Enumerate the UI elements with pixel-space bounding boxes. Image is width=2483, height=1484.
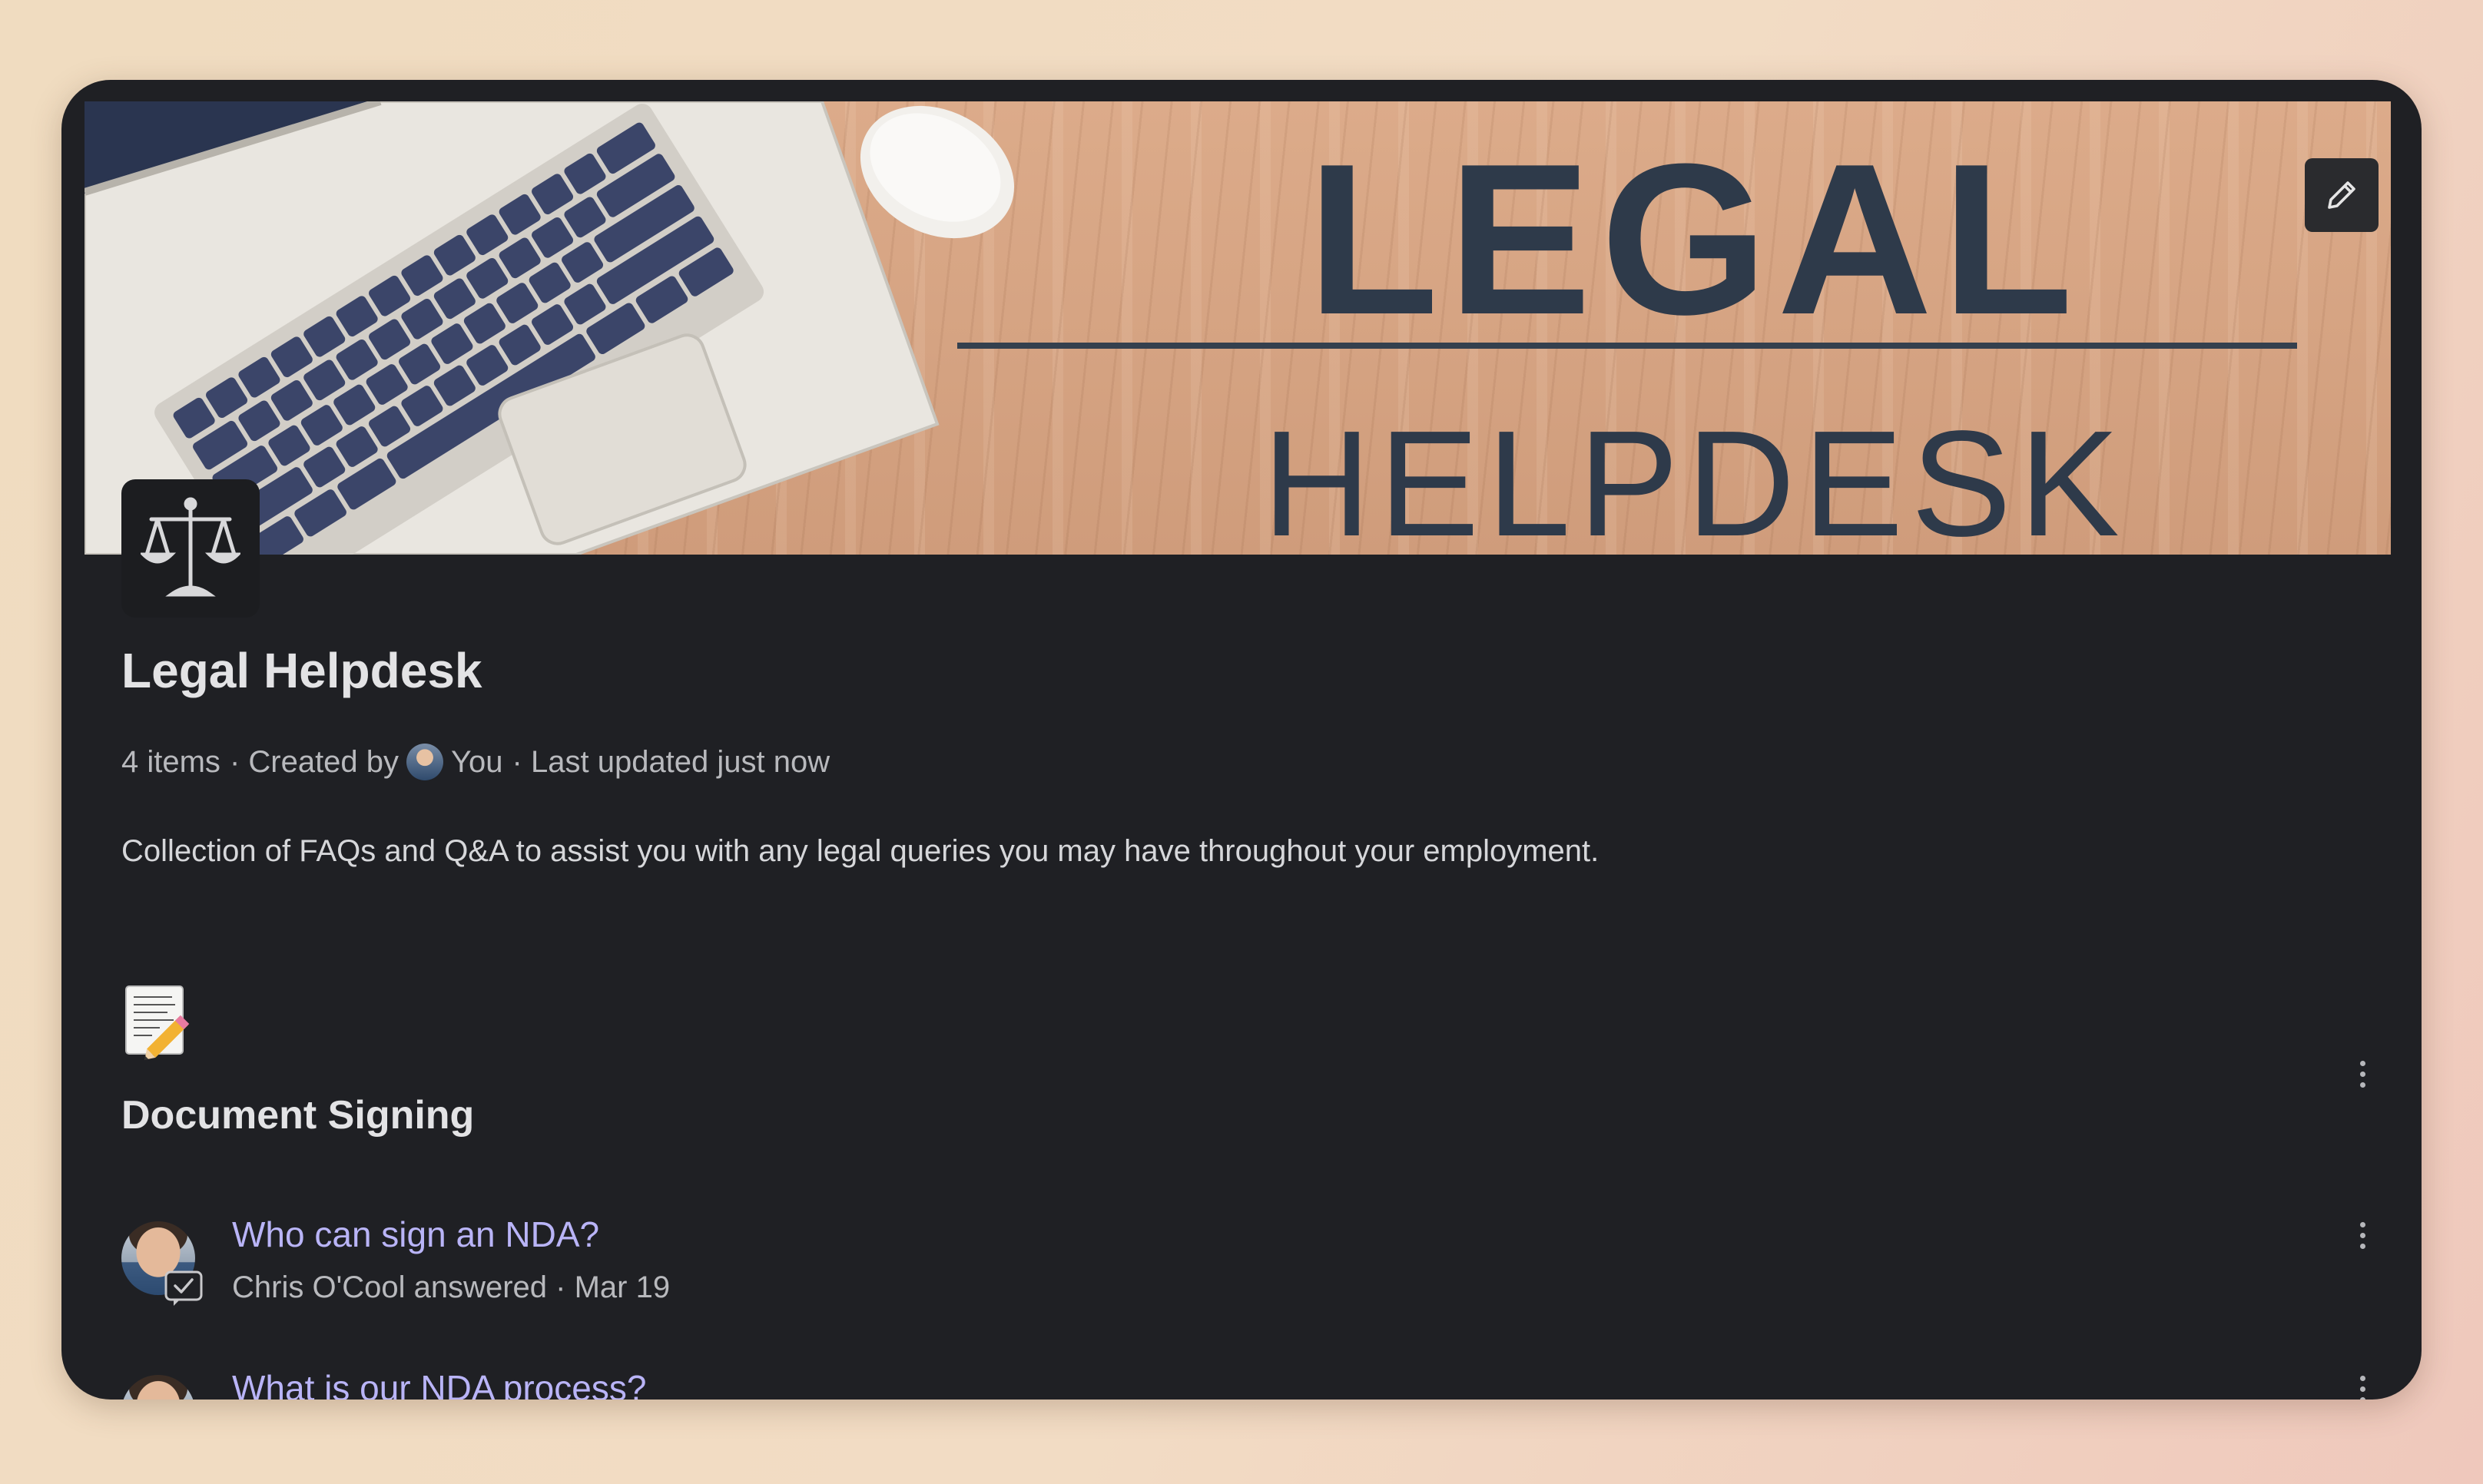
memo-pencil-icon	[125, 985, 190, 1060]
collection-logo	[121, 479, 260, 618]
banner-divider	[957, 343, 2297, 349]
question-meta: Chris O'Cool answered · Mar 19	[232, 1270, 671, 1304]
list-item[interactable]: What is our NDA process?	[121, 1367, 2395, 1400]
items-count: 4 items	[121, 744, 220, 779]
question-link[interactable]: Who can sign an NDA?	[232, 1214, 599, 1255]
collection-card: LEGAL HELPDESK Legal Helpdesk 4 items · …	[61, 80, 2422, 1400]
answered-badge-icon	[164, 1270, 203, 1306]
pencil-icon	[2328, 181, 2355, 209]
creator-avatar	[406, 744, 444, 780]
cover-banner: LEGAL HELPDESK	[85, 101, 2391, 555]
creator-name[interactable]: You	[451, 745, 503, 780]
scales-of-justice-icon	[141, 497, 240, 597]
section-more-button[interactable]	[2351, 1051, 2374, 1097]
banner-title: LEGAL	[1307, 120, 2083, 359]
kebab-icon	[2359, 1060, 2365, 1066]
collection-description: Collection of FAQs and Q&A to assist you…	[121, 834, 1600, 868]
list-item[interactable]: Who can sign an NDA? Chris O'Cool answer…	[121, 1214, 2395, 1321]
edit-cover-button[interactable]	[2305, 158, 2379, 232]
created-by-label: · Created by	[229, 744, 399, 779]
collection-meta: 4 items · Created by You · Last updated …	[121, 744, 830, 780]
kebab-icon	[2359, 1221, 2365, 1227]
item-more-button[interactable]	[2351, 1366, 2374, 1400]
last-updated: · Last updated just now	[512, 744, 830, 779]
question-link[interactable]: What is our NDA process?	[232, 1367, 646, 1400]
banner-subtitle: HELPDESK	[1262, 399, 2127, 555]
item-more-button[interactable]	[2351, 1212, 2374, 1258]
avatar	[121, 1375, 195, 1400]
kebab-icon	[2359, 1375, 2365, 1381]
section-title: Document Signing	[121, 1093, 475, 1138]
collection-title: Legal Helpdesk	[121, 643, 482, 698]
